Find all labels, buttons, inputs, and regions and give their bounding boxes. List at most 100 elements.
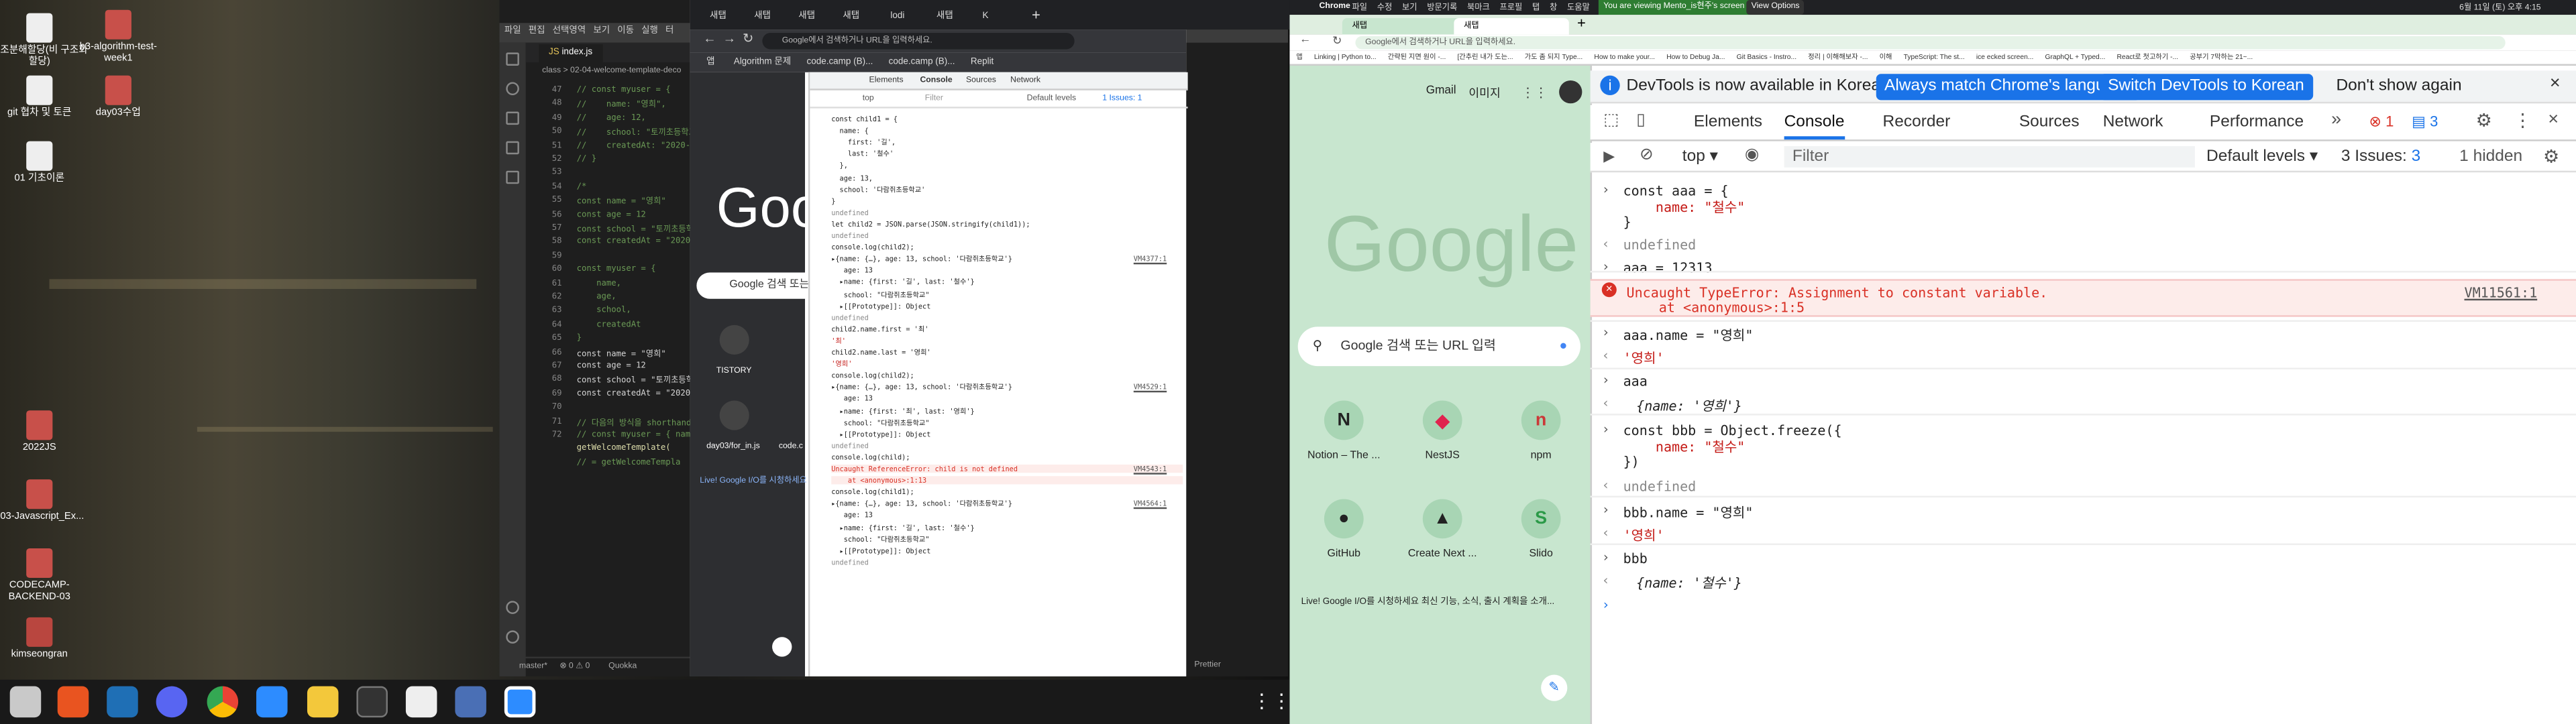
device-toggle-icon[interactable]: ▯ — [1636, 112, 1646, 130]
code-line[interactable]: const name = "영희" — [577, 347, 666, 359]
bookmark[interactable]: 이해 — [1880, 52, 1892, 60]
tistory-icon[interactable] — [719, 324, 749, 355]
topbar-menu-item[interactable]: 보기 — [1402, 3, 1417, 13]
topbar-menu-item[interactable]: 창 — [1550, 3, 1557, 13]
message-count-badge[interactable]: ▤ 3 — [2412, 113, 2438, 131]
menu-item[interactable]: 편집 — [529, 26, 545, 36]
topbar-menu-item[interactable]: 수정 — [1377, 3, 1393, 13]
bookmark[interactable]: 정리 | 이해해보자 -... — [1808, 52, 1868, 60]
code-line[interactable]: // const myuser = { name, — [577, 430, 700, 440]
code-line[interactable]: school, — [577, 306, 631, 316]
search-box[interactable]: Google 검색 또는 — [696, 272, 808, 299]
code-line[interactable]: /* — [577, 182, 587, 192]
code-line[interactable]: getWelcomeTemplate( — [577, 444, 671, 454]
source-link[interactable]: VM11561:1 — [2464, 284, 2537, 300]
source-link[interactable]: VM4377:1 — [1134, 255, 1167, 263]
levels-select[interactable]: Default levels ▾ — [2206, 147, 2318, 166]
sidebar-toggle-icon[interactable]: ▶ — [1603, 147, 1615, 166]
search-box[interactable]: ⚲ Google 검색 또는 URL 입력 ● — [1297, 326, 1580, 367]
code-line[interactable]: const myuser = { — [577, 265, 656, 275]
shortcut-tile[interactable]: ◆ NestJS — [1403, 400, 1482, 461]
code-line[interactable]: // const myuser = { — [577, 85, 671, 95]
menu-item[interactable]: 이동 — [617, 26, 634, 36]
gmail-link[interactable]: Gmail — [1426, 85, 1456, 97]
code-line[interactable]: const school = "토끼초등학 — [577, 223, 694, 235]
new-tab-button[interactable]: + — [1032, 7, 1040, 23]
code-line[interactable]: } — [577, 334, 582, 344]
apps-grid-icon[interactable]: ⋮⋮ — [1521, 85, 1548, 100]
topbar-menu-item[interactable]: 도움말 — [1567, 3, 1590, 13]
tab-sources[interactable]: Sources — [966, 76, 996, 86]
bookmark[interactable]: code.camp (B)... — [806, 58, 873, 68]
slides-icon[interactable] — [307, 686, 339, 718]
reload-icon[interactable]: ↻ — [743, 32, 753, 46]
tab-network[interactable]: Network — [2103, 113, 2163, 131]
tab-network[interactable]: Network — [1010, 76, 1040, 86]
shortcut-tile[interactable]: S Slido — [1501, 499, 1580, 560]
quokka-status[interactable]: Quokka — [608, 662, 637, 672]
microphone-icon[interactable]: ● — [1559, 326, 1567, 366]
avatar[interactable] — [1559, 80, 1582, 104]
bookmark[interactable]: [간추린 내가 도는... — [1457, 52, 1513, 60]
close-devtools-icon[interactable]: × — [2548, 110, 2559, 129]
code-line[interactable]: const school = "토끼초등학 — [577, 375, 694, 387]
browser-tab[interactable]: 새탭 — [936, 7, 979, 26]
menu-item[interactable]: 보기 — [593, 26, 610, 36]
tab-elements[interactable]: Elements — [869, 76, 904, 86]
zoom-icon[interactable] — [256, 686, 288, 718]
git-branch[interactable]: master* — [519, 662, 547, 672]
tab-performance[interactable]: Performance — [2210, 113, 2304, 131]
omnibox[interactable]: Google에서 검색하거나 URL을 입력하세요. — [762, 32, 1075, 50]
close-icon[interactable]: × — [2550, 74, 2561, 93]
browser-tab[interactable]: K — [983, 7, 1016, 26]
code-line[interactable]: age, — [577, 292, 616, 302]
topbar-menu-item[interactable]: 탭 — [1532, 3, 1540, 13]
tab-console[interactable]: Console — [1784, 113, 1845, 140]
tab-console[interactable]: Console — [920, 76, 952, 86]
terminal-icon[interactable] — [356, 686, 388, 718]
topbar-menu-item[interactable]: 프로필 — [1500, 3, 1523, 13]
back-icon[interactable]: ← — [703, 32, 716, 46]
clear-console-icon[interactable]: ⊘ — [1640, 146, 1654, 164]
extensions-icon[interactable] — [506, 170, 519, 184]
menu-item[interactable]: 실행 — [641, 26, 658, 36]
source-control-icon[interactable] — [506, 111, 519, 125]
desktop-icon-home[interactable]: kimseongran — [0, 617, 89, 662]
issues-button[interactable]: 1 Issues: 1 — [1102, 94, 1142, 104]
code-line[interactable]: name, — [577, 278, 621, 288]
source-link[interactable]: VM4543:1 — [1134, 465, 1167, 473]
live-banner[interactable]: Live! Google I/O를 시청하세요 최신 기능, 소식, 출시 계획… — [1301, 595, 1584, 607]
kebab-menu-icon[interactable]: ⋮ — [2514, 110, 2532, 131]
edit-icon[interactable]: ✎ — [1541, 674, 1568, 701]
run-debug-icon[interactable] — [506, 141, 519, 155]
shortcut-tile[interactable]: n npm — [1501, 400, 1580, 461]
browser-tab[interactable]: 새탭 — [710, 7, 753, 26]
browser-tab[interactable]: 새탭 — [843, 7, 885, 26]
switch-korean-button[interactable]: Switch DevTools to Korean — [2099, 74, 2313, 101]
source-link[interactable]: VM4529:1 — [1134, 383, 1167, 391]
bookmark[interactable]: 가도 좀 되지 Type... — [1525, 52, 1583, 60]
code-line[interactable]: // = getWelcomeTempla — [577, 458, 681, 468]
files-icon[interactable] — [9, 686, 42, 718]
bookmark[interactable]: How to make your... — [1594, 52, 1655, 60]
bookmark[interactable]: Replit — [971, 58, 994, 68]
shortcut-icon[interactable] — [719, 400, 749, 430]
bookmark[interactable]: TypeScript: The st... — [1904, 52, 1965, 60]
more-tabs-icon[interactable]: » — [2331, 110, 2341, 129]
shortcut-tile[interactable]: N Notion – The ... — [1305, 400, 1384, 461]
live-banner[interactable]: Live! Google I/O를 시청하세요 — [700, 475, 808, 486]
bookmark[interactable]: ice ecked screen... — [1976, 52, 2034, 60]
account-icon[interactable] — [506, 601, 519, 614]
bookmark[interactable]: Git Basics - Instro... — [1737, 52, 1797, 60]
source-link[interactable]: VM4564:1 — [1134, 499, 1167, 507]
view-options-button[interactable]: View Options — [1746, 0, 1805, 15]
tab-sources[interactable]: Sources — [2019, 113, 2080, 131]
desktop-icon-file[interactable]: 01 기초이론 — [0, 141, 89, 186]
shortcut-tile[interactable]: ▲ Create Next ... — [1403, 499, 1482, 560]
eye-icon[interactable]: ◉ — [1745, 146, 1759, 164]
reload-icon[interactable]: ↻ — [1332, 34, 1342, 48]
bookmark[interactable]: GraphQL + Typed... — [2045, 52, 2106, 60]
browser-tab[interactable]: 새탭 — [798, 7, 841, 26]
desktop-icon-folder[interactable]: b03-Javascript_Ex... — [0, 479, 89, 524]
bookmark[interactable]: 앱 — [706, 58, 714, 68]
